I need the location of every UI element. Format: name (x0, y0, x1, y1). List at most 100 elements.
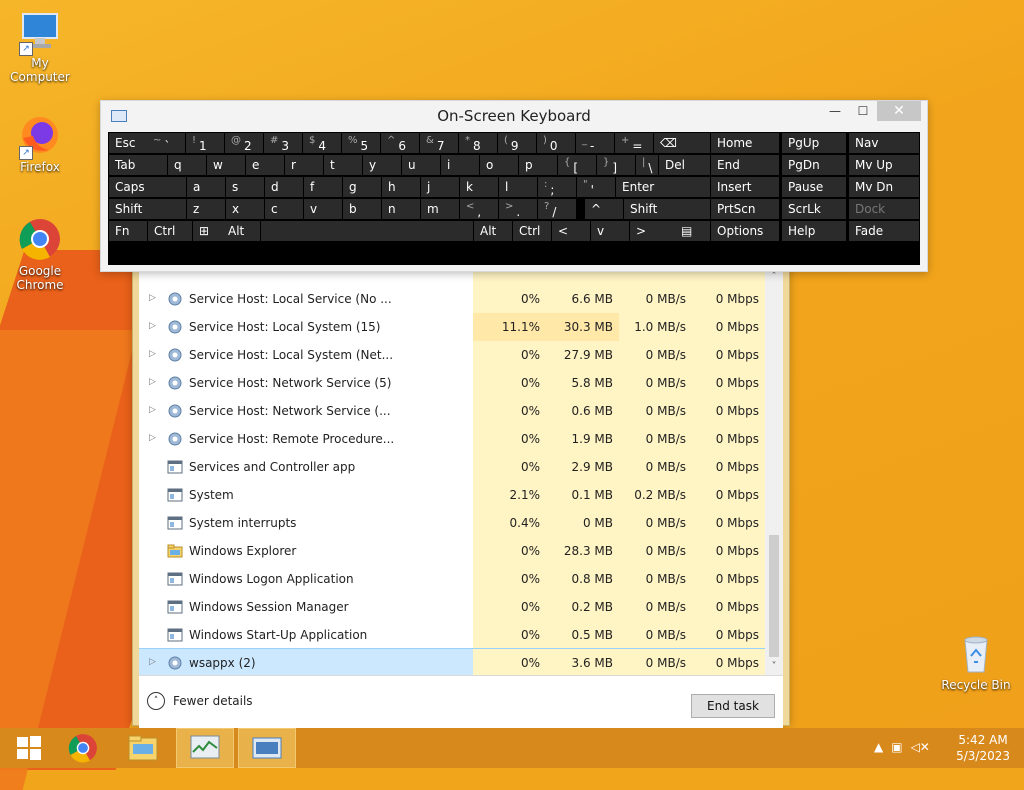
key-s[interactable]: s (226, 177, 264, 197)
taskbar-task-manager[interactable] (176, 728, 234, 768)
key-home[interactable]: Home (711, 133, 779, 153)
key-h[interactable]: h (382, 177, 420, 197)
key-sym[interactable]: ~ ` (147, 133, 185, 153)
table-row[interactable]: ▷ Service Host: Network Service (... 0% 0.6… (139, 397, 765, 425)
key-f[interactable]: f (304, 177, 342, 197)
key-ctrl[interactable]: Ctrl (513, 221, 551, 241)
table-row[interactable]: Windows Explorer 0% 28.3 MB 0 MB/s 0 Mbps (139, 537, 765, 565)
key-a[interactable]: a (187, 177, 225, 197)
key-e[interactable]: e (246, 155, 284, 175)
table-row[interactable]: ▷ Service Host: Remote Procedure... 0% 1.9 … (139, 425, 765, 453)
key-x[interactable]: ▤ (675, 221, 710, 241)
maximize-button[interactable]: ☐ (849, 101, 877, 121)
key-dock[interactable]: Dock (849, 199, 919, 219)
key-r[interactable]: r (285, 155, 323, 175)
key-prtscn[interactable]: PrtScn (711, 199, 779, 219)
key-p[interactable]: p (519, 155, 557, 175)
table-row[interactable]: ▷ wsappx (2) 0% 3.6 MB 0 MB/s 0 Mbps (139, 648, 765, 675)
key-sym[interactable]: }] (597, 155, 635, 175)
expand-chevron-icon[interactable]: ▷ (149, 293, 159, 305)
table-row[interactable]: ▷ Service Host: Local System (15) 11.1% 30.… (139, 313, 765, 341)
expand-chevron-icon[interactable]: ▷ (149, 377, 159, 389)
table-row[interactable]: Windows Logon Application 0% 0.8 MB 0 MB/s 0… (139, 565, 765, 593)
key-y[interactable]: y (363, 155, 401, 175)
desktop-icon-google-chrome[interactable]: Google Chrome (0, 216, 80, 292)
key-nav[interactable]: Nav (849, 133, 919, 153)
key-x[interactable]: ⌫ (654, 133, 710, 153)
taskbar-on-screen-keyboard[interactable] (238, 728, 296, 768)
key-4[interactable]: $4 (303, 133, 341, 153)
desktop-icon-my-computer[interactable]: ↗ My Computer (0, 8, 80, 84)
expand-chevron-icon[interactable]: ▷ (149, 433, 159, 445)
key-9[interactable]: (9 (498, 133, 536, 153)
key-sym[interactable]: _ - (576, 133, 614, 153)
key-pause[interactable]: Pause (782, 177, 846, 197)
key-g[interactable]: g (343, 177, 381, 197)
key-6[interactable]: ^ 6 (381, 133, 419, 153)
expand-chevron-icon[interactable]: ▷ (149, 657, 159, 669)
key-sym[interactable]: | \ (636, 155, 658, 175)
key-q[interactable]: q (168, 155, 206, 175)
key-t[interactable]: t (324, 155, 362, 175)
key-del[interactable]: Del (659, 155, 710, 175)
key-b[interactable]: b (343, 199, 381, 219)
table-row[interactable]: Services and Controller app 0% 2.9 MB 0 MB/… (139, 453, 765, 481)
key-alt[interactable]: Alt (474, 221, 512, 241)
key-shift[interactable]: Shift (109, 199, 186, 219)
taskbar-chrome[interactable] (54, 728, 112, 768)
table-row[interactable]: Windows Start-Up Application 0% 0.5 MB 0 MB… (139, 621, 765, 649)
key-pgup[interactable]: PgUp (782, 133, 846, 153)
key-0[interactable]: ) 0 (537, 133, 575, 153)
key-7[interactable]: & 7 (420, 133, 458, 153)
key-l[interactable]: l (499, 177, 537, 197)
expand-chevron-icon[interactable]: ▷ (149, 349, 159, 361)
key-scrlk[interactable]: ScrLk (782, 199, 846, 219)
key-x[interactable]: > (630, 221, 680, 241)
osk-title-bar[interactable]: On-Screen Keyboard — ☐ ✕ (101, 101, 927, 131)
end-task-button[interactable]: End task (691, 694, 775, 718)
key-sym[interactable]: >. (499, 199, 537, 219)
key-sym[interactable]: {[ (558, 155, 596, 175)
key-z[interactable]: z (187, 199, 225, 219)
table-row[interactable]: System interrupts 0.4% 0 MB 0 MB/s 0 Mbps (139, 509, 765, 537)
table-row[interactable]: ▷ Service Host: Local System (Net... 0% 27.… (139, 341, 765, 369)
key-mv-up[interactable]: Mv Up (849, 155, 919, 175)
table-row[interactable]: ▷ Service Host: Local Service (No ... 0% 6.… (139, 285, 765, 313)
key-alt[interactable]: Alt (222, 221, 260, 241)
expand-chevron-icon[interactable]: ▷ (149, 321, 159, 333)
volume-muted-icon[interactable]: ◁✕ (911, 740, 930, 754)
key-d[interactable]: d (265, 177, 303, 197)
key-k[interactable]: k (460, 177, 498, 197)
key-sym[interactable]: :; (538, 177, 576, 197)
taskbar-file-explorer[interactable] (114, 728, 172, 768)
key-mv-dn[interactable]: Mv Dn (849, 177, 919, 197)
table-row[interactable]: ▷ Service Host: Network Service (5) 0% 5.8 … (139, 369, 765, 397)
key-3[interactable]: #3 (264, 133, 302, 153)
key-x[interactable]: ^ (585, 199, 623, 219)
key-x[interactable]: x (226, 199, 264, 219)
key-2[interactable]: @2 (225, 133, 263, 153)
key-n[interactable]: n (382, 199, 420, 219)
key-8[interactable]: * 8 (459, 133, 497, 153)
key-w[interactable]: w (207, 155, 245, 175)
key-tab[interactable]: Tab (109, 155, 167, 175)
network-icon[interactable]: ▣ (891, 740, 902, 754)
key-fade[interactable]: Fade (849, 221, 919, 241)
desktop-icon-firefox[interactable]: ↗ Firefox (0, 112, 80, 174)
key-m[interactable]: m (421, 199, 459, 219)
key-5[interactable]: % 5 (342, 133, 380, 153)
key-v[interactable]: v (591, 221, 629, 241)
key-i[interactable]: i (441, 155, 479, 175)
clock[interactable]: 5:42 AM 5/3/2023 (956, 732, 1010, 764)
key-options[interactable]: Options (711, 221, 779, 241)
vertical-scrollbar[interactable]: ˄ ˅ (765, 269, 783, 675)
start-button[interactable] (0, 728, 58, 768)
key-shift[interactable]: Shift (624, 199, 710, 219)
minimize-button[interactable]: — (821, 101, 849, 121)
key-1[interactable]: ! 1 (186, 133, 224, 153)
key-sym[interactable]: ? / (538, 199, 576, 219)
key-sym[interactable]: <, (460, 199, 498, 219)
key-enter[interactable]: Enter (616, 177, 710, 197)
key-j[interactable]: j (421, 177, 459, 197)
fewer-details-button[interactable]: ˄ Fewer details (147, 692, 253, 710)
